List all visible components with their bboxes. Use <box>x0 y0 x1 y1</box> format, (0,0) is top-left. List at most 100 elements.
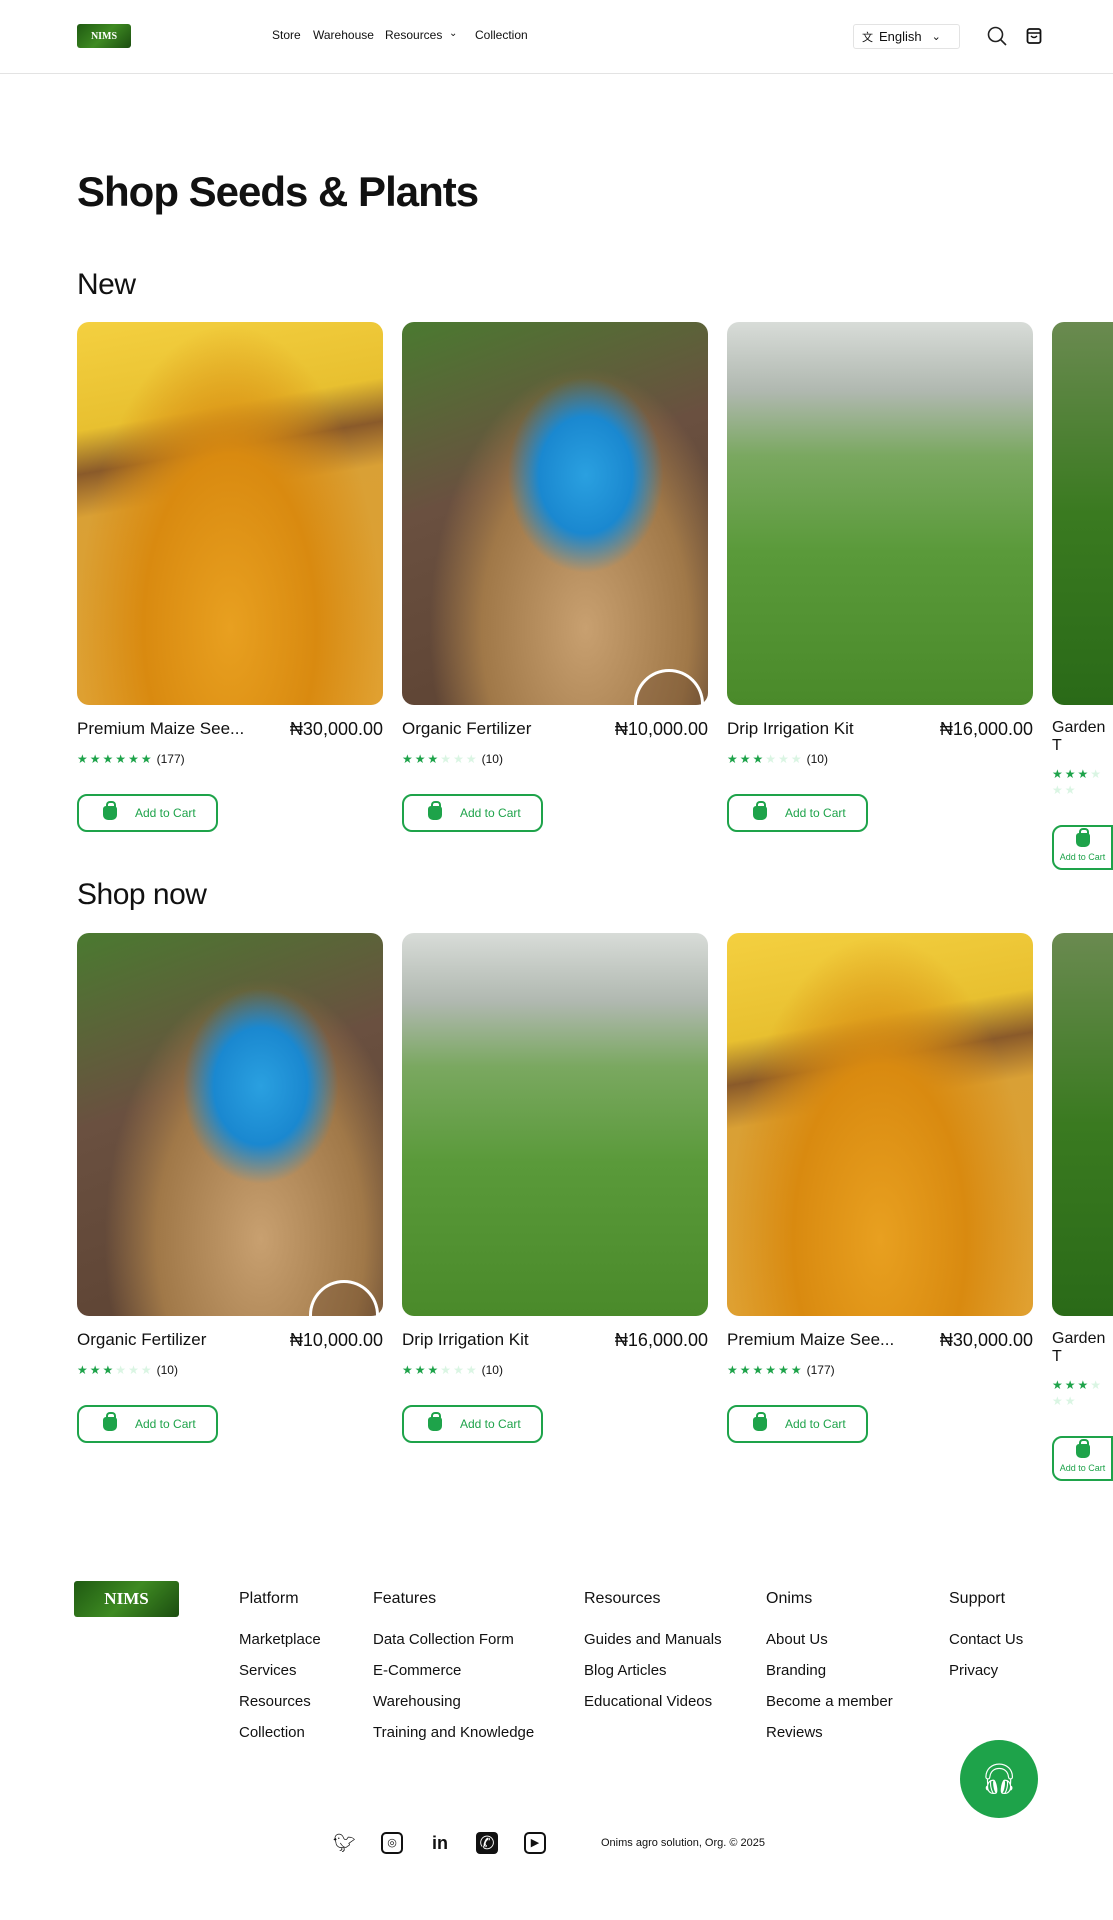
button-label: Add to Cart <box>785 806 846 820</box>
footer-link[interactable]: Collection <box>239 1724 305 1741</box>
product-image[interactable] <box>727 933 1033 1316</box>
footer-link[interactable]: Blog Articles <box>584 1662 667 1679</box>
star-icon: ★ <box>140 1363 152 1377</box>
add-to-cart-button[interactable]: Add to Cart <box>1052 825 1113 870</box>
nav-collection[interactable]: Collection <box>475 28 528 42</box>
product-card[interactable]: Premium Maize See... ₦30,000.00 ★ ★ ★ ★ ★ ★ (17… <box>727 933 1033 1443</box>
footer-link[interactable]: Branding <box>766 1662 826 1679</box>
chevron-down-icon: ⌄ <box>931 31 941 43</box>
product-name[interactable]: Drip Irrigation Kit <box>727 719 854 740</box>
product-image[interactable] <box>727 322 1033 705</box>
product-image[interactable] <box>77 933 383 1316</box>
star-icon: ★ <box>440 1363 452 1377</box>
product-image[interactable] <box>1052 933 1113 1316</box>
star-icon: ★ <box>752 1363 764 1377</box>
footer-link[interactable]: Contact Us <box>949 1631 1023 1648</box>
star-icon: ★ <box>1077 767 1089 781</box>
bag-icon <box>753 1412 767 1431</box>
footer-link[interactable]: Training and Knowledge <box>373 1724 534 1741</box>
star-icon: ★ <box>1077 1378 1089 1392</box>
headset-icon: 🎧︎ <box>979 1762 1019 1796</box>
language-select[interactable]: 文 English ⌄ <box>853 24 960 49</box>
add-to-cart-button[interactable]: Add to Cart <box>727 794 868 832</box>
star-icon: ★ <box>1064 783 1076 797</box>
footer-link[interactable]: Resources <box>239 1693 311 1710</box>
star-icon: ★ <box>739 1363 751 1377</box>
product-card[interactable]: Organic Fertilizer ₦10,000.00 ★ ★ ★ ★ ★ ★ (10) … <box>77 933 383 1443</box>
button-label: Add to Cart <box>135 1417 196 1431</box>
star-icon: ★ <box>128 752 139 766</box>
footer-link[interactable]: Services <box>239 1662 297 1679</box>
footer-link[interactable]: E-Commerce <box>373 1662 461 1679</box>
star-icon: ★ <box>102 752 114 766</box>
rating: ★ ★ ★ ★ ★ ★ <box>1052 767 1113 797</box>
add-to-cart-button[interactable]: Add to Cart <box>77 1405 218 1443</box>
nav-resources[interactable]: Resources <box>385 28 442 42</box>
review-count: (10) <box>806 752 828 766</box>
star-icon: ★ <box>453 1363 464 1377</box>
rating: ★ ★ ★ ★ ★ ★ <box>1052 1378 1113 1408</box>
product-card[interactable]: Premium Maize See... ₦30,000.00 ★ ★ ★ ★ ★ ★ (17… <box>77 322 383 832</box>
nav-warehouse[interactable]: Warehouse <box>313 28 374 42</box>
product-price: ₦30,000.00 <box>289 719 383 739</box>
star-icon: ★ <box>402 752 413 766</box>
footer-link[interactable]: Warehousing <box>373 1693 461 1710</box>
product-name[interactable]: Drip Irrigation Kit <box>402 1330 529 1351</box>
youtube-icon[interactable]: ▶ <box>524 1832 546 1854</box>
footer-heading: Resources <box>584 1590 661 1607</box>
footer-link[interactable]: Guides and Manuals <box>584 1631 722 1648</box>
product-card[interactable]: Organic Fertilizer ₦10,000.00 ★ ★ ★ ★ ★ ★ (10) … <box>402 322 708 832</box>
whatsapp-icon[interactable]: ✆ <box>476 1832 498 1854</box>
add-to-cart-button[interactable]: Add to Cart <box>1052 1436 1113 1481</box>
bag-icon <box>103 801 117 820</box>
product-name[interactable]: Premium Maize See... <box>77 719 244 740</box>
product-card[interactable]: Garden T ★ ★ ★ ★ ★ ★ Add to Cart <box>1052 322 1113 870</box>
nav-store[interactable]: Store <box>272 28 301 42</box>
add-to-cart-button[interactable]: Add to Cart <box>402 794 543 832</box>
add-to-cart-button[interactable]: Add to Cart <box>77 794 218 832</box>
product-image[interactable] <box>77 322 383 705</box>
logo[interactable]: NIMS <box>77 24 131 48</box>
twitter-icon[interactable]: 🐦︎ <box>333 1832 356 1854</box>
product-image[interactable] <box>1052 322 1113 705</box>
star-icon: ★ <box>128 1363 139 1377</box>
support-chat-button[interactable]: 🎧︎ <box>960 1740 1038 1818</box>
product-card[interactable]: Drip Irrigation Kit ₦16,000.00 ★ ★ ★ ★ ★ ★ (10)… <box>402 933 708 1443</box>
footer-link[interactable]: Marketplace <box>239 1631 321 1648</box>
bag-icon <box>753 801 767 820</box>
footer-link[interactable]: Privacy <box>949 1662 998 1679</box>
footer-link[interactable]: Data Collection Form <box>373 1631 514 1648</box>
search-icon[interactable] <box>987 26 1007 46</box>
rating: ★ ★ ★ ★ ★ ★ (10) <box>77 1363 383 1377</box>
star-icon: ★ <box>402 1363 413 1377</box>
product-image[interactable] <box>402 322 708 705</box>
product-card[interactable]: Garden T ★ ★ ★ ★ ★ ★ Add to Cart <box>1052 933 1113 1481</box>
page-title: Shop Seeds & Plants <box>77 168 479 215</box>
linkedin-icon[interactable]: in <box>429 1832 451 1854</box>
button-label: Add to Cart <box>460 1417 521 1431</box>
cart-icon[interactable] <box>1026 27 1042 45</box>
add-to-cart-button[interactable]: Add to Cart <box>727 1405 868 1443</box>
bag-icon <box>103 1412 117 1431</box>
footer-link[interactable]: About Us <box>766 1631 828 1648</box>
product-name[interactable]: Organic Fertilizer <box>402 719 531 740</box>
product-name[interactable]: Garden T <box>1052 719 1113 755</box>
product-card[interactable]: Drip Irrigation Kit ₦16,000.00 ★ ★ ★ ★ ★ ★ (10)… <box>727 322 1033 832</box>
footer-link[interactable]: Reviews <box>766 1724 823 1741</box>
instagram-icon[interactable]: ◎ <box>381 1832 403 1854</box>
footer-link[interactable]: Educational Videos <box>584 1693 712 1710</box>
product-name[interactable]: Premium Maize See... <box>727 1330 894 1351</box>
footer-link[interactable]: Become a member <box>766 1693 893 1710</box>
star-icon: ★ <box>1064 767 1076 781</box>
product-name[interactable]: Garden T <box>1052 1330 1113 1366</box>
footer-logo[interactable]: NIMS <box>74 1581 179 1617</box>
star-icon: ★ <box>790 752 802 766</box>
star-icon: ★ <box>727 1363 738 1377</box>
star-icon: ★ <box>1090 1378 1102 1392</box>
footer-heading: Onims <box>766 1590 813 1607</box>
add-to-cart-button[interactable]: Add to Cart <box>402 1405 543 1443</box>
star-icon: ★ <box>115 1363 127 1377</box>
product-name[interactable]: Organic Fertilizer <box>77 1330 206 1351</box>
product-image[interactable] <box>402 933 708 1316</box>
star-icon: ★ <box>102 1363 114 1377</box>
